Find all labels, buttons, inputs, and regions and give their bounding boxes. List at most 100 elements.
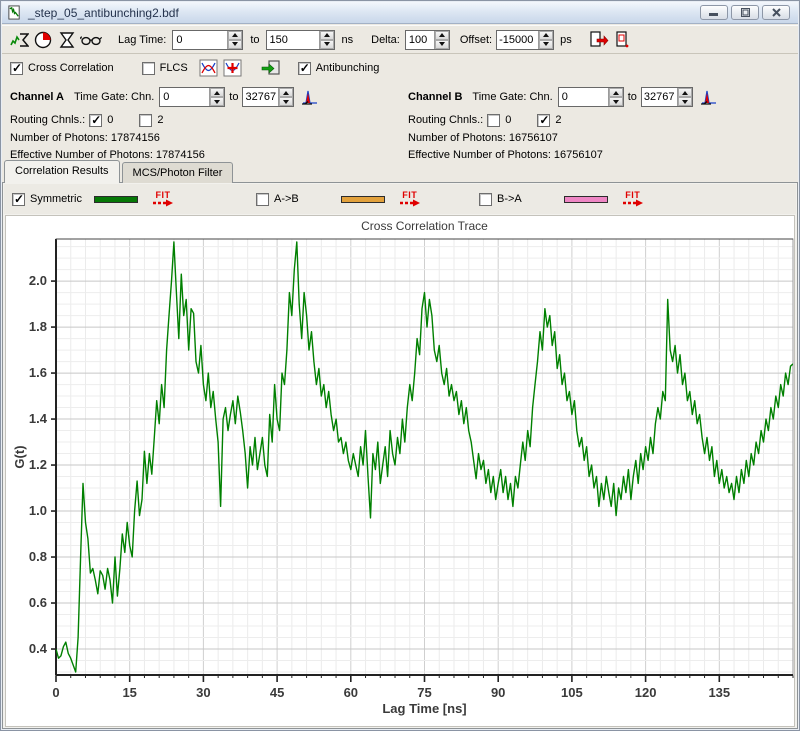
ns-unit-label: ns [342, 34, 354, 46]
close-button[interactable] [762, 5, 790, 20]
svg-text:0.8: 0.8 [29, 549, 47, 564]
channel-a-gate-from-field[interactable]: 0 [159, 87, 225, 107]
channel-b-title: Channel B [408, 91, 462, 103]
application-window: _step_05_antibunching2.bdf [0, 0, 800, 731]
cross-correlation-chart: 01530456075901051201350.40.60.81.01.21.4… [5, 215, 795, 727]
svg-text:1.4: 1.4 [29, 411, 48, 426]
flcs-label: FLCS [160, 62, 188, 74]
svg-text:G(t): G(t) [12, 445, 27, 468]
svg-text:120: 120 [635, 685, 657, 700]
a-to-b-color-swatch [341, 196, 385, 203]
offset-spinner[interactable] [538, 31, 553, 49]
lag-from-spinner[interactable] [227, 31, 242, 49]
channel-b-routing-label: Routing Chnls.: [408, 114, 483, 126]
svg-text:0.4: 0.4 [29, 641, 48, 656]
flcs-curves-icon[interactable] [198, 57, 220, 79]
svg-text:60: 60 [344, 685, 358, 700]
channel-b-timegate-label: Time Gate: Chn. [472, 91, 552, 103]
svg-text:Cross Correlation Trace: Cross Correlation Trace [361, 219, 488, 233]
minimize-button[interactable] [700, 5, 728, 20]
options-row: Cross Correlation FLCS Antibunchin [2, 55, 798, 81]
legend-row: Symmetric FIT A->B FIT [4, 184, 796, 214]
channel-a-routing-0-checkbox[interactable] [89, 114, 102, 127]
time-pie-icon[interactable] [32, 29, 54, 51]
delta-spinner[interactable] [434, 31, 449, 49]
channel-b-routing-0-label: 0 [505, 114, 511, 126]
symmetric-label: Symmetric [30, 193, 82, 205]
legend-b-to-a: B->A FIT [479, 191, 644, 207]
a-to-b-fit-button[interactable]: FIT [399, 191, 421, 207]
lag-to-spinner[interactable] [319, 31, 334, 49]
channel-b-routing-0-checkbox[interactable] [487, 114, 500, 127]
cross-correlation-label: Cross Correlation [28, 62, 114, 74]
window-title: _step_05_antibunching2.bdf [28, 6, 179, 20]
svg-text:2.0: 2.0 [29, 273, 47, 288]
document-icon [7, 5, 22, 20]
b-to-a-color-swatch [564, 196, 608, 203]
correlation-results-panel: Symmetric FIT A->B FIT [2, 182, 798, 729]
cross-correlation-checkbox[interactable] [10, 62, 23, 75]
preview-glasses-icon[interactable] [80, 29, 102, 51]
apply-to-document-icon[interactable] [260, 57, 282, 79]
fit-arrow-icon [622, 199, 644, 207]
maximize-button[interactable] [731, 5, 759, 20]
channel-a-gate-from-spinner[interactable] [209, 88, 224, 106]
svg-text:1.8: 1.8 [29, 319, 47, 334]
channel-a-routing-2-checkbox[interactable] [139, 114, 152, 127]
channel-a-timegate-label: Time Gate: Chn. [74, 91, 154, 103]
b-to-a-label: B->A [497, 193, 522, 205]
legend-a-to-b: A->B FIT [256, 191, 421, 207]
channel-a-gate-to-field[interactable]: 32767 [242, 87, 294, 107]
channel-b-gate-to-field[interactable]: 32767 [641, 87, 693, 107]
symmetric-color-swatch [94, 196, 138, 203]
channel-b-effective-photons: Effective Number of Photons: 16756107 [408, 147, 798, 164]
svg-text:105: 105 [561, 685, 583, 700]
a-to-b-checkbox[interactable] [256, 193, 269, 206]
flcs-checkbox[interactable] [142, 62, 155, 75]
channel-a-routing-label: Routing Chnls.: [10, 114, 85, 126]
channel-a-routing-0-label: 0 [107, 114, 113, 126]
a-to-b-label: A->B [274, 193, 299, 205]
channel-a-gate-to-spinner[interactable] [278, 88, 293, 106]
svg-text:75: 75 [417, 685, 431, 700]
offset-field[interactable]: -15000 [496, 30, 554, 50]
channel-b-gate-to-spinner[interactable] [677, 88, 692, 106]
lag-from-field[interactable]: 0 [172, 30, 243, 50]
delta-field[interactable]: 100 [405, 30, 450, 50]
flcs-add-icon[interactable] [222, 57, 244, 79]
tab-mcs-photon-filter[interactable]: MCS/Photon Filter [122, 162, 234, 183]
svg-text:1.0: 1.0 [29, 503, 47, 518]
channel-b-gate-from-field[interactable]: 0 [558, 87, 624, 107]
channel-b-photons: Number of Photons: 16756107 [408, 130, 798, 147]
channel-b-gate-from-spinner[interactable] [608, 88, 623, 106]
channel-a-routing-2-label: 2 [157, 114, 163, 126]
offset-label: Offset: [460, 34, 492, 46]
channel-b-routing-2-checkbox[interactable] [537, 114, 550, 127]
hourglass-icon[interactable] [56, 29, 78, 51]
svg-text:90: 90 [491, 685, 505, 700]
b-to-a-checkbox[interactable] [479, 193, 492, 206]
symmetric-fit-button[interactable]: FIT [152, 191, 174, 207]
correlate-sum-icon[interactable] [8, 29, 30, 51]
report-document-icon[interactable] [612, 29, 634, 51]
svg-text:1.6: 1.6 [29, 365, 47, 380]
fit-arrow-icon [399, 199, 421, 207]
tab-correlation-results[interactable]: Correlation Results [4, 160, 120, 183]
toolbar: Lag Time: 0 to 150 ns Delta: 100 Offset:… [2, 25, 798, 54]
channel-a-timegate-histogram-icon[interactable] [300, 88, 320, 106]
title-bar[interactable]: _step_05_antibunching2.bdf [2, 2, 798, 24]
svg-text:45: 45 [270, 685, 284, 700]
export-document-icon[interactable] [588, 29, 610, 51]
channel-a-panel: Channel A Time Gate: Chn. 0 to 32767 [2, 81, 400, 159]
fit-arrow-icon [152, 199, 174, 207]
symmetric-checkbox[interactable] [12, 193, 25, 206]
channel-b-timegate-histogram-icon[interactable] [699, 88, 719, 106]
svg-text:15: 15 [122, 685, 136, 700]
lag-time-label: Lag Time: [118, 34, 166, 46]
ps-unit-label: ps [560, 34, 572, 46]
b-to-a-fit-button[interactable]: FIT [622, 191, 644, 207]
chart-svg: 01530456075901051201350.40.60.81.01.21.4… [6, 216, 800, 731]
tab-strip: Correlation Results MCS/Photon Filter [4, 160, 235, 183]
antibunching-checkbox[interactable] [298, 62, 311, 75]
lag-to-field[interactable]: 150 [266, 30, 335, 50]
